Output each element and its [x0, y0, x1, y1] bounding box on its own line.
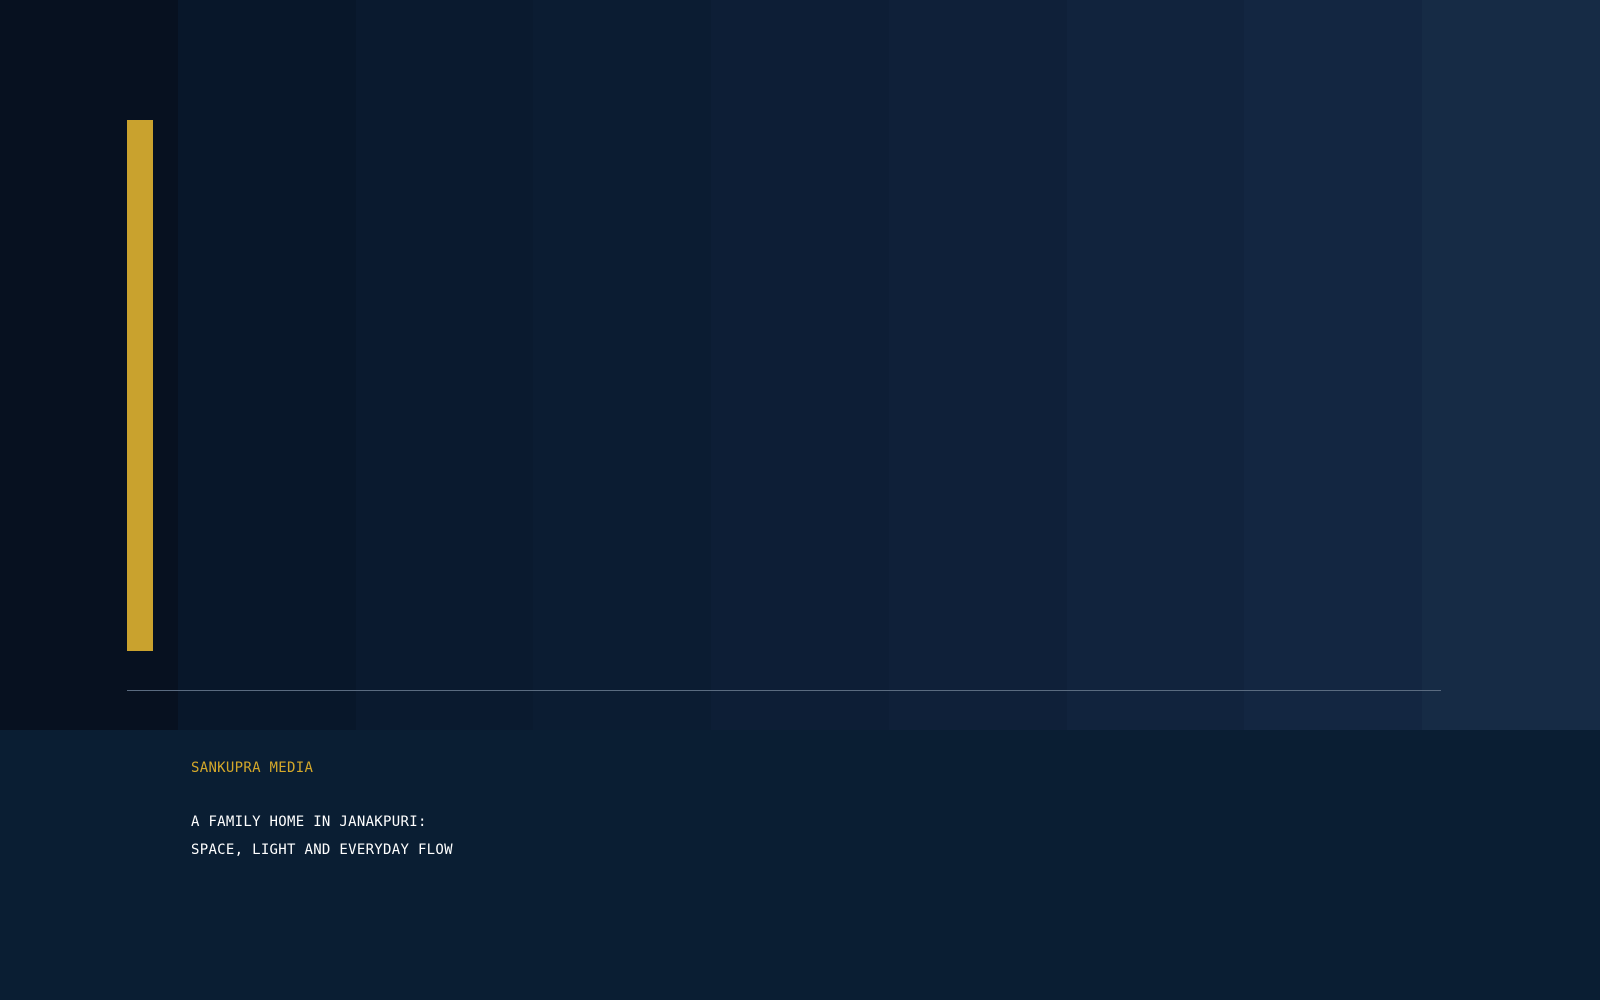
accent-bar — [127, 120, 153, 651]
headline-line-1: A FAMILY HOME IN JANAKPURI: — [191, 814, 427, 830]
page-headline: A FAMILY HOME IN JANAKPURI: SPACE, LIGHT… — [191, 808, 453, 864]
hero-gradient-band — [1066, 0, 1245, 730]
hero-gradient-band — [533, 0, 712, 730]
hero-gradient-band — [1422, 0, 1600, 730]
headline-line-2: SPACE, LIGHT AND EVERYDAY FLOW — [191, 842, 453, 858]
hero-banner — [0, 0, 1600, 730]
hero-gradient-band — [177, 0, 356, 730]
brand-name: SANKUPRA MEDIA — [191, 760, 314, 776]
hero-gradient-band — [888, 0, 1067, 730]
hero-gradient-band — [355, 0, 534, 730]
hero-gradient-band — [711, 0, 889, 730]
divider-line — [127, 690, 1441, 691]
hero-gradient-band — [1244, 0, 1423, 730]
